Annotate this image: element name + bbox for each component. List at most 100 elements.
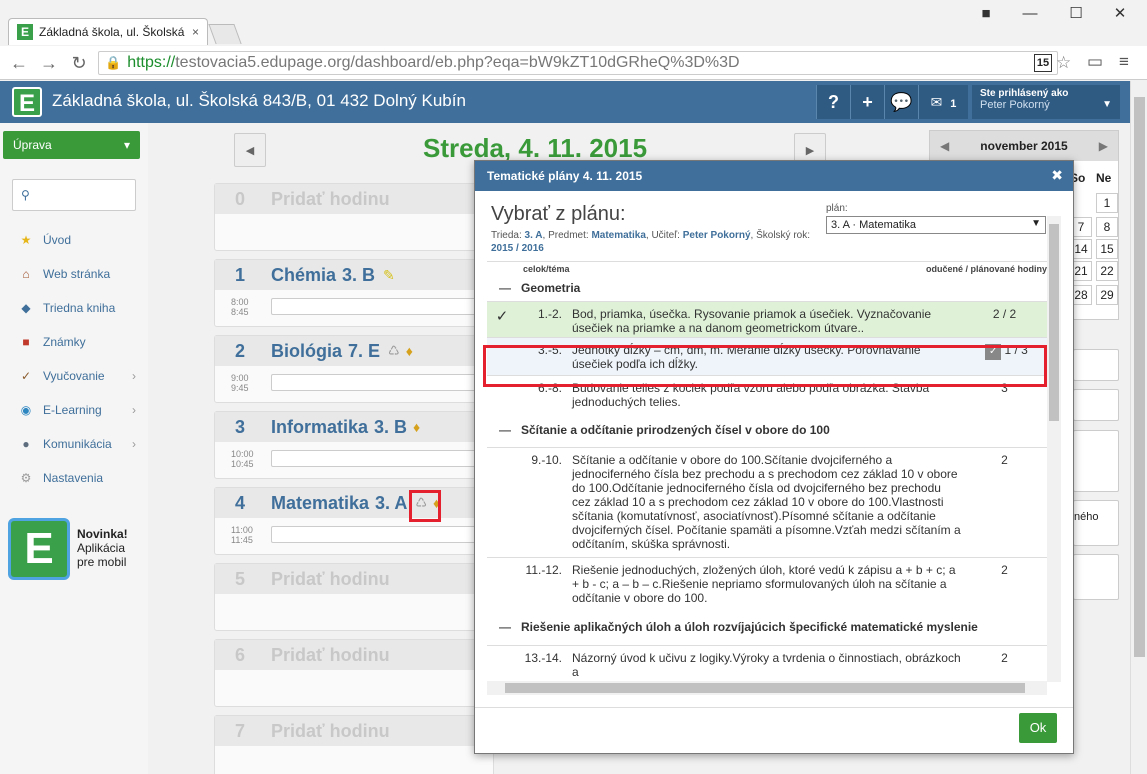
calendar-day[interactable]: 22 xyxy=(1096,261,1118,281)
lesson-number: 0 xyxy=(235,188,246,209)
mobile-app-promo[interactable]: E Novinka! Aplikácia pre mobil xyxy=(8,518,140,584)
lesson-slot-3[interactable]: 3 Informatika 3. B ♦ 10:00 10:45 xyxy=(214,411,494,479)
calendar-day[interactable]: 29 xyxy=(1096,285,1118,305)
forward-icon[interactable]: → xyxy=(36,50,62,76)
bookmark-star-icon[interactable]: ☆ xyxy=(1056,53,1071,73)
sidebar-item-triedna-kniha[interactable]: ◆ Triedna kniha xyxy=(0,291,148,325)
sidebar-item-vyucovanie[interactable]: ✓ Vyučovanie › xyxy=(0,359,148,393)
user-menu[interactable]: Ste prihlásený ako Peter Pokorný ▼ xyxy=(972,85,1120,119)
help-button[interactable]: ? xyxy=(816,85,850,119)
side-panel-box[interactable] xyxy=(1073,430,1119,492)
side-panel-box[interactable]: ného xyxy=(1073,500,1119,546)
plan-select[interactable]: 3. A · Matematika ▼ xyxy=(826,216,1046,234)
lesson-subject[interactable]: Informatika xyxy=(271,417,368,438)
user-name: Peter Pokorný xyxy=(980,99,1050,111)
calendar-day[interactable]: 15 xyxy=(1096,239,1118,259)
extension-badge[interactable]: 15 xyxy=(1034,54,1052,72)
add-button[interactable]: + xyxy=(850,85,884,119)
minimize-icon[interactable]: — xyxy=(1010,0,1050,28)
calendar-day[interactable]: 1 xyxy=(1096,193,1118,213)
add-lesson-link[interactable]: Pridať hodinu xyxy=(271,721,390,742)
page-scrollbar-thumb[interactable] xyxy=(1134,97,1145,657)
lesson-slot-7[interactable]: 7 Pridať hodinu xyxy=(214,715,494,774)
lesson-topic-field[interactable] xyxy=(271,298,491,315)
row-check xyxy=(487,563,517,604)
calendar-day[interactable]: 8 xyxy=(1096,217,1118,237)
back-icon[interactable]: ← xyxy=(6,50,32,76)
prev-month-icon[interactable]: ◀ xyxy=(940,139,949,153)
lesson-slot-0[interactable]: 0 Pridať hodinu xyxy=(214,183,494,251)
user-profile-icon[interactable]: ■ xyxy=(966,0,1006,28)
dialog-heading: Vybrať z plánu: xyxy=(491,203,626,225)
sidebar-item-nastavenia[interactable]: ⚙ Nastavenia xyxy=(0,461,148,495)
lesson-topic-field[interactable] xyxy=(271,374,491,391)
search-icon: ⚲ xyxy=(21,188,30,202)
lesson-slot-6[interactable]: 6 Pridať hodinu xyxy=(214,639,494,707)
time-start: 8:00 xyxy=(231,297,249,307)
reload-icon[interactable]: ↻ xyxy=(66,50,92,76)
edupage-logo-icon[interactable]: E xyxy=(12,87,42,117)
sidebar-item-znamky[interactable]: ■ Známky xyxy=(0,325,148,359)
sidebar-item-web[interactable]: ⌂ Web stránka xyxy=(0,257,148,291)
info-subject: Matematika xyxy=(591,230,646,241)
list-scrollbar[interactable] xyxy=(1047,216,1061,682)
search-input[interactable]: ⚲ xyxy=(12,179,136,211)
side-panel-box[interactable] xyxy=(1073,554,1119,600)
plan-row[interactable]: 11.-12. Riešenie jednoduchých, zložených… xyxy=(487,557,1047,609)
list-scrollbar-thumb[interactable] xyxy=(1049,224,1059,421)
lesson-class: 3. B xyxy=(342,264,376,285)
prev-day-button[interactable]: ◀ xyxy=(234,133,266,167)
collapse-icon[interactable]: — xyxy=(487,620,521,634)
tab-close-icon[interactable]: × xyxy=(188,25,199,39)
list-horizontal-scrollbar[interactable] xyxy=(487,681,1047,695)
lesson-topic-field[interactable] xyxy=(271,450,491,467)
time-end: 9:45 xyxy=(231,383,249,393)
add-lesson-link[interactable]: Pridať hodinu xyxy=(271,189,390,210)
sidebar-item-uvod[interactable]: ★ Úvod xyxy=(0,223,148,257)
group-header[interactable]: — Riešenie aplikačných úloh a úloh rozvíj… xyxy=(487,609,1047,645)
plan-row[interactable]: ✓ 1.-2. Bod, priamka, úsečka. Rysovanie … xyxy=(487,301,1047,337)
lesson-subject[interactable]: Matematika xyxy=(271,493,369,514)
url-input[interactable]: 🔒 https:// testovacia5.edupage.org/dashb… xyxy=(98,51,1058,75)
plan-row[interactable]: 13.-14. Názorný úvod k učivu z logiky.Vý… xyxy=(487,645,1047,679)
close-icon[interactable]: ✖ xyxy=(1051,167,1063,184)
sidebar-item-komunikacia[interactable]: ● Komunikácia › xyxy=(0,427,148,461)
pencil-icon[interactable]: ✎ xyxy=(383,267,395,284)
lesson-subject[interactable]: Chémia xyxy=(271,265,336,286)
ok-button[interactable]: Ok xyxy=(1019,713,1057,743)
menu-icon[interactable]: ≡ xyxy=(1119,52,1129,72)
collapse-icon[interactable]: — xyxy=(487,423,521,437)
col-topic: celok/téma xyxy=(523,264,570,274)
lesson-topic-field[interactable] xyxy=(271,526,491,543)
lesson-subject[interactable]: Biológia xyxy=(271,341,342,362)
add-lesson-link[interactable]: Pridať hodinu xyxy=(271,645,390,666)
edit-button[interactable]: Úprava ▾ xyxy=(3,131,140,159)
lesson-slot-2[interactable]: 2 Biológia 7. E ♺ ♦ 9:00 9:45 xyxy=(214,335,494,403)
plan-icon[interactable]: ♺ xyxy=(388,343,400,359)
next-month-icon[interactable]: ▶ xyxy=(1099,139,1108,153)
messages-button[interactable]: ✉ 1 xyxy=(918,85,968,119)
side-panel-box[interactable] xyxy=(1073,349,1119,381)
bell-icon[interactable]: ♦ xyxy=(406,343,413,359)
browser-tab[interactable]: E Základná škola, ul. Školská × xyxy=(8,18,208,45)
group-header[interactable]: — Sčítanie a odčítanie prirodzených čísel… xyxy=(487,413,1047,447)
sidebar-item-elearning[interactable]: ◉ E-Learning › xyxy=(0,393,148,427)
bell-icon[interactable]: ♦ xyxy=(413,419,420,435)
lesson-slot-5[interactable]: 5 Pridať hodinu xyxy=(214,563,494,631)
highlight-box xyxy=(409,490,441,522)
plan-row[interactable]: 9.-10. Sčítanie a odčítanie v obore do 1… xyxy=(487,447,1047,557)
row-text: Názorný úvod k učivu z logiky.Výroky a t… xyxy=(572,651,961,679)
group-header[interactable]: — Geometria xyxy=(487,275,1047,301)
add-lesson-link[interactable]: Pridať hodinu xyxy=(271,569,390,590)
lesson-slot-4[interactable]: 4 Matematika 3. A ♺ ♦ 11:00 11:45 xyxy=(214,487,494,555)
lesson-slot-1[interactable]: 1 Chémia 3. B ✎ 8:00 8:45 xyxy=(214,259,494,327)
list-hscrollbar-thumb[interactable] xyxy=(505,683,1025,693)
cast-icon[interactable]: ▭ xyxy=(1087,52,1103,72)
chat-icon[interactable]: 💬 xyxy=(884,85,918,119)
collapse-icon[interactable]: — xyxy=(487,281,521,295)
new-tab-button[interactable] xyxy=(208,24,242,44)
maximize-icon[interactable]: ☐ xyxy=(1056,0,1096,28)
close-window-icon[interactable]: ✕ xyxy=(1100,0,1140,28)
side-panel-box[interactable] xyxy=(1073,389,1119,421)
page-scrollbar[interactable] xyxy=(1130,81,1147,774)
